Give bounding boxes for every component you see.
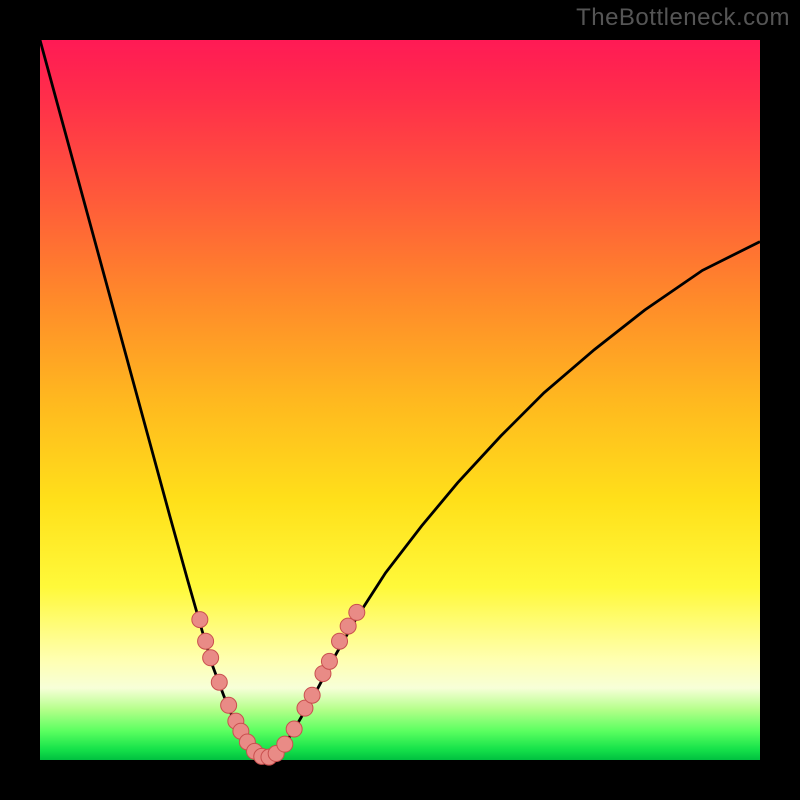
watermark-text: TheBottleneck.com [576, 4, 790, 32]
curve-marker [332, 633, 348, 649]
curve-marker [321, 653, 337, 669]
chart-svg [40, 40, 760, 760]
curve-left-branch [40, 40, 267, 759]
curve-marker [221, 697, 237, 713]
curve-right-branch [267, 242, 760, 759]
curve-marker [286, 721, 302, 737]
plot-area [40, 40, 760, 760]
curve-marker [198, 633, 214, 649]
curve-marker [277, 736, 293, 752]
curve-marker [304, 687, 320, 703]
curve-marker [349, 604, 365, 620]
chart-container: TheBottleneck.com [0, 0, 800, 800]
curve-marker [211, 674, 227, 690]
curve-markers [192, 604, 365, 765]
curve-marker [192, 612, 208, 628]
curve-marker [203, 650, 219, 666]
curve-marker [340, 618, 356, 634]
